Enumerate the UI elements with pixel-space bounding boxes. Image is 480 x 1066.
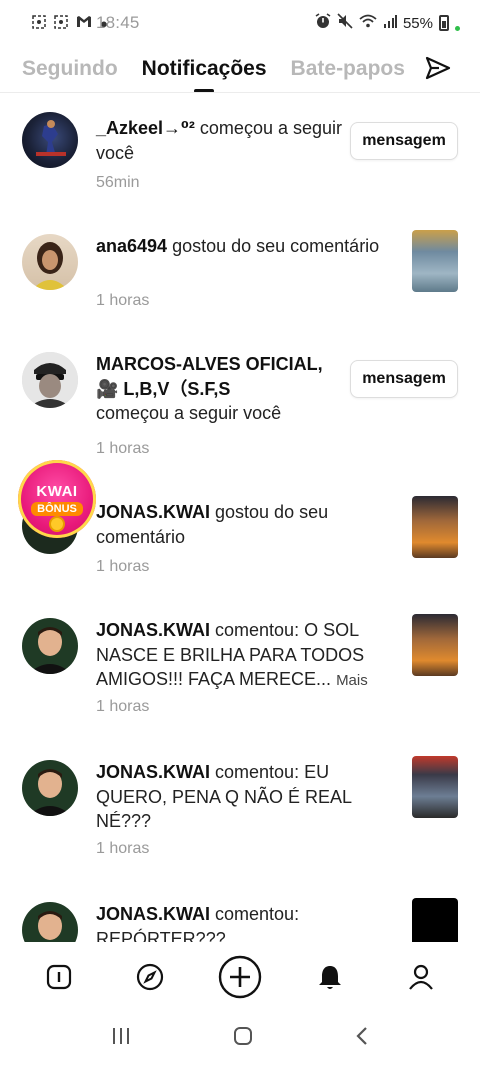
kwai-badge-subtitle: BÔNUS <box>31 501 83 516</box>
top-tabs: Seguindo Notificações Bate-papos <box>0 46 480 93</box>
tab-notificacoes[interactable]: Notificações <box>142 57 267 93</box>
list-item[interactable]: JONAS.KWAI comentou: REPÓRTER??? <box>0 898 480 942</box>
kwai-bonus-badge[interactable]: KWAI BÔNUS <box>18 460 96 538</box>
notification-username[interactable]: JONAS.KWAI <box>96 904 210 924</box>
signal-icon <box>383 14 397 32</box>
avatar[interactable] <box>22 902 78 942</box>
notification-username[interactable]: JONAS.KWAI <box>96 502 210 522</box>
back-icon[interactable] <box>355 1026 369 1051</box>
more-link[interactable]: Mais <box>336 672 368 689</box>
notification-time: 1 horas <box>96 292 150 309</box>
notification-time: 56min <box>96 174 140 191</box>
list-item[interactable]: _Azkeel→⁰² começou a seguir você 56min m… <box>0 94 480 214</box>
notification-text: JONAS.KWAI comentou: REPÓRTER??? <box>96 904 300 942</box>
notification-username[interactable]: JONAS.KWAI <box>96 620 210 640</box>
avatar[interactable] <box>22 352 78 408</box>
notification-username[interactable]: _Azkeel→⁰² <box>96 118 195 138</box>
notification-text: _Azkeel→⁰² começou a seguir você <box>96 118 342 163</box>
profile-icon[interactable] <box>398 954 444 1000</box>
notification-text: ana6494 gostou do seu comentário <box>96 236 380 256</box>
discover-icon[interactable] <box>127 954 173 1000</box>
add-icon[interactable] <box>217 954 263 1000</box>
wifi-icon <box>359 14 377 32</box>
notification-username[interactable]: ana6494 <box>96 236 167 256</box>
notification-time: 1 horas <box>96 558 150 575</box>
gmail-icon <box>76 15 92 31</box>
tabs-divider <box>0 92 480 93</box>
recent-apps-icon[interactable] <box>111 1027 131 1050</box>
kwai-badge-title: KWAI <box>36 482 78 500</box>
screenshot-icon <box>32 14 46 32</box>
battery-icon <box>439 15 449 31</box>
avatar[interactable] <box>22 760 78 816</box>
notification-username[interactable]: MARCOS-ALVES OFICIAL,🎥 L,B,V（S.F,S <box>96 354 323 399</box>
privacy-dot-icon <box>455 25 460 31</box>
post-thumbnail[interactable] <box>412 898 458 942</box>
list-item[interactable]: MARCOS-ALVES OFICIAL,🎥 L,B,V（S.F,S começo… <box>0 332 480 460</box>
bottom-nav <box>0 946 480 1008</box>
notification-time: 1 horas <box>96 698 150 715</box>
message-button[interactable]: mensagem <box>350 122 458 160</box>
notification-text: JONAS.KWAI gostou do seu comentário <box>96 502 329 547</box>
post-thumbnail[interactable] <box>412 496 458 558</box>
notification-time: 1 horas <box>96 840 150 857</box>
notification-time: 1 horas <box>96 440 150 457</box>
avatar[interactable] <box>22 112 78 168</box>
post-thumbnail[interactable] <box>412 756 458 818</box>
notification-username[interactable]: JONAS.KWAI <box>96 762 210 782</box>
avatar[interactable] <box>22 618 78 674</box>
notification-text: JONAS.KWAI comentou: O SOL NASCE E BRILH… <box>96 620 368 689</box>
list-item[interactable]: ana6494 gostou do seu comentário 1 horas <box>0 214 480 332</box>
list-item[interactable]: JONAS.KWAI comentou: O SOL NASCE E BRILH… <box>0 614 480 756</box>
screenshot-icon <box>54 14 68 32</box>
list-item[interactable]: JONAS.KWAI comentou: EU QUERO, PENA Q NÃ… <box>0 756 480 898</box>
alarm-icon <box>315 13 331 33</box>
status-bar: 18:45 ● 55% <box>0 0 480 46</box>
notification-text: MARCOS-ALVES OFICIAL,🎥 L,B,V（S.F,S começo… <box>96 354 323 423</box>
notification-text: JONAS.KWAI comentou: EU QUERO, PENA Q NÃ… <box>96 762 352 831</box>
system-nav <box>0 1010 480 1066</box>
home-icon[interactable] <box>36 954 82 1000</box>
coin-icon <box>49 516 65 532</box>
home-button-icon[interactable] <box>233 1026 253 1051</box>
status-time: 18:45 <box>96 13 140 32</box>
avatar[interactable] <box>22 234 78 290</box>
notifications-icon[interactable] <box>307 954 353 1000</box>
battery-level: 55% <box>402 14 433 32</box>
mute-icon <box>337 13 353 33</box>
send-icon[interactable] <box>424 54 452 82</box>
post-thumbnail[interactable] <box>412 230 458 292</box>
tab-seguindo[interactable]: Seguindo <box>22 57 118 81</box>
message-button[interactable]: mensagem <box>350 360 458 398</box>
tab-bate-papos[interactable]: Bate-papos <box>291 57 405 81</box>
post-thumbnail[interactable] <box>412 614 458 676</box>
